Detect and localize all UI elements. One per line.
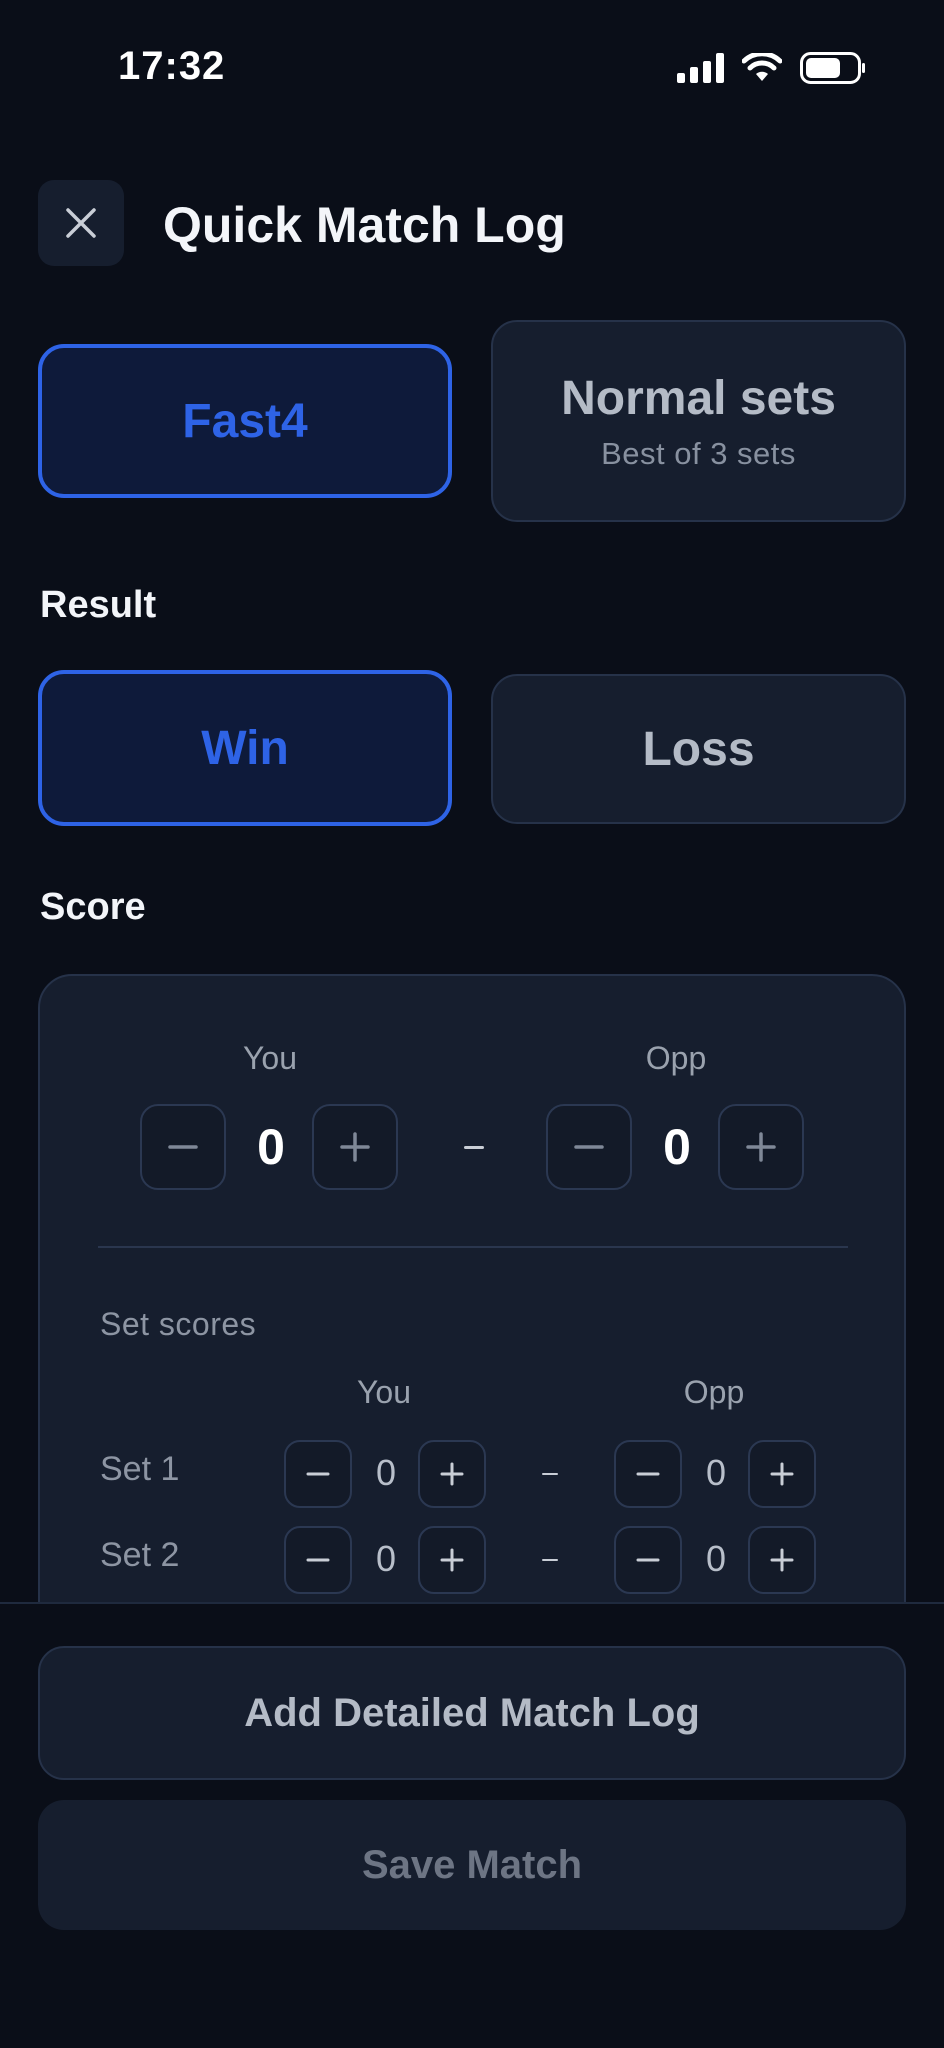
you-decrement-button[interactable] bbox=[140, 1104, 226, 1190]
page-title: Quick Match Log bbox=[163, 197, 566, 253]
close-button[interactable] bbox=[38, 180, 124, 266]
set-2-label: Set 2 bbox=[100, 1536, 180, 1574]
set-2-opp-value: 0 bbox=[705, 1538, 727, 1579]
score-label: Score bbox=[40, 886, 146, 928]
set-2-you-value: 0 bbox=[375, 1538, 397, 1579]
signal-icon bbox=[677, 53, 724, 83]
you-increment-button[interactable] bbox=[312, 1104, 398, 1190]
status-time: 17:32 bbox=[118, 44, 226, 88]
score-panel: You Opp 0 0 Set scores You Opp Set 1 0 0… bbox=[38, 974, 906, 1674]
plus-icon bbox=[340, 1132, 370, 1162]
save-match-button[interactable]: Save Match bbox=[38, 1800, 906, 1930]
status-icons bbox=[677, 52, 866, 84]
result-option-label: Win bbox=[201, 721, 289, 775]
add-detailed-match-log-button[interactable]: Add Detailed Match Log bbox=[38, 1646, 906, 1780]
set-1-opp-decrement-button[interactable] bbox=[614, 1440, 682, 1508]
you-label: You bbox=[243, 1040, 297, 1076]
format-option-label: Fast4 bbox=[182, 394, 308, 448]
plus-icon bbox=[746, 1132, 776, 1162]
minus-icon bbox=[306, 1558, 330, 1562]
opp-score-value: 0 bbox=[663, 1119, 691, 1175]
plus-icon bbox=[770, 1462, 794, 1486]
set-2-opp-decrement-button[interactable] bbox=[614, 1526, 682, 1594]
set-1-you-value: 0 bbox=[375, 1452, 397, 1493]
set-2-you-decrement-button[interactable] bbox=[284, 1526, 352, 1594]
set-opp-label: Opp bbox=[683, 1374, 745, 1410]
plus-icon bbox=[770, 1548, 794, 1572]
minus-icon bbox=[306, 1472, 330, 1476]
set-2-separator bbox=[542, 1559, 558, 1561]
format-option-fast4[interactable]: Fast4 bbox=[38, 344, 452, 498]
bottom-action-bar: Add Detailed Match Log Save Match bbox=[0, 1602, 944, 2048]
set-you-label: You bbox=[357, 1374, 411, 1410]
battery-icon bbox=[800, 52, 865, 84]
set-1-opp-increment-button[interactable] bbox=[748, 1440, 816, 1508]
set-1-label: Set 1 bbox=[100, 1450, 180, 1488]
result-option-label: Loss bbox=[642, 722, 755, 776]
set-1-separator bbox=[542, 1473, 558, 1475]
panel-divider bbox=[98, 1246, 848, 1248]
set-1-you-increment-button[interactable] bbox=[418, 1440, 486, 1508]
minus-icon bbox=[168, 1145, 198, 1149]
minus-icon bbox=[636, 1558, 660, 1562]
set-1-opp-value: 0 bbox=[705, 1452, 727, 1493]
format-option-label: Normal sets bbox=[561, 371, 836, 425]
close-icon bbox=[66, 208, 96, 238]
format-option-sub: Best of 3 sets bbox=[601, 435, 796, 471]
result-option-win[interactable]: Win bbox=[38, 670, 452, 826]
result-label: Result bbox=[40, 584, 157, 626]
opp-label: Opp bbox=[645, 1040, 707, 1076]
set-2-opp-increment-button[interactable] bbox=[748, 1526, 816, 1594]
set-1-you-decrement-button[interactable] bbox=[284, 1440, 352, 1508]
plus-icon bbox=[440, 1462, 464, 1486]
format-option-normal-sets[interactable]: Normal sets Best of 3 sets bbox=[491, 320, 906, 522]
you-score-value: 0 bbox=[257, 1119, 285, 1175]
opp-increment-button[interactable] bbox=[718, 1104, 804, 1190]
wifi-icon bbox=[742, 53, 782, 81]
opp-decrement-button[interactable] bbox=[546, 1104, 632, 1190]
set-2-you-increment-button[interactable] bbox=[418, 1526, 486, 1594]
plus-icon bbox=[440, 1548, 464, 1572]
result-option-loss[interactable]: Loss bbox=[491, 674, 906, 824]
set-scores-label: Set scores bbox=[100, 1306, 257, 1342]
status-bar: 17:32 bbox=[0, 0, 944, 140]
minus-icon bbox=[636, 1472, 660, 1476]
score-separator bbox=[464, 1146, 484, 1149]
minus-icon bbox=[574, 1145, 604, 1149]
quick-match-log-screen: 17:32 Quick Match Log Fast4 Normal sets … bbox=[0, 0, 944, 2048]
